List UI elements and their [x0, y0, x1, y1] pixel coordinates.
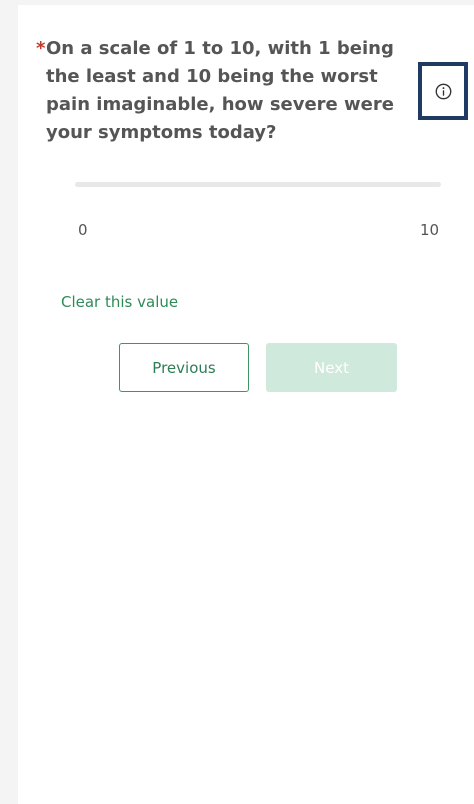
info-button[interactable]: [418, 62, 468, 120]
question-label: On a scale of 1 to 10, with 1 being the …: [46, 38, 394, 143]
question-text: * On a scale of 1 to 10, with 1 being th…: [36, 35, 426, 147]
clear-value-link[interactable]: Clear this value: [61, 293, 178, 311]
survey-card: * On a scale of 1 to 10, with 1 being th…: [18, 5, 474, 804]
next-button[interactable]: Next: [266, 343, 397, 392]
slider-max-label: 10: [420, 221, 440, 239]
previous-button[interactable]: Previous: [119, 343, 249, 392]
slider-min-label: 0: [78, 221, 88, 239]
pain-scale-slider[interactable]: [75, 182, 441, 187]
required-marker: *: [36, 38, 46, 59]
info-circle-icon: [435, 83, 452, 100]
